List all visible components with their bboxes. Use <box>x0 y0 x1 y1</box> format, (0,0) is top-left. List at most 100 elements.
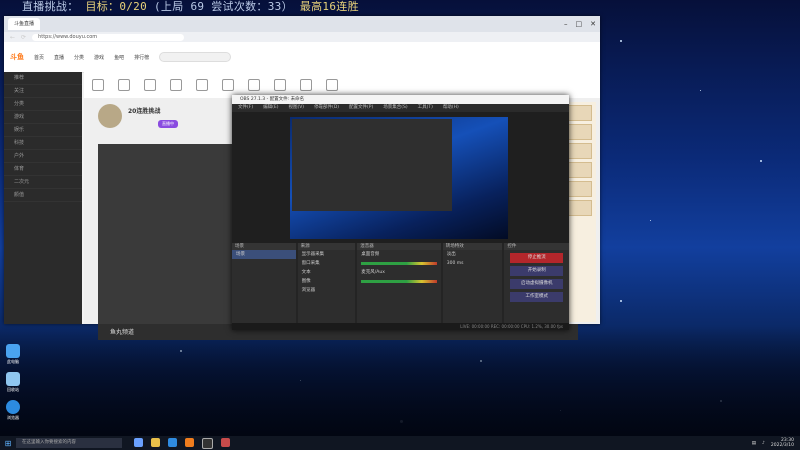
channel-label: 鱼丸频道 <box>110 329 135 336</box>
obs-title: OBS 27.1.3 - 配置文件: 未命名 <box>232 95 569 104</box>
obs-icon[interactable] <box>202 437 213 449</box>
stream-overlay-text: 直播挑战： 目标：0/20 (上局 69 尝试次数：33） 最高16连胜 <box>22 0 359 13</box>
menu-file[interactable]: 文件(F) <box>238 104 253 112</box>
source-item[interactable]: 窗口采集 <box>298 259 356 268</box>
nav-item-category[interactable]: 分类 <box>74 54 84 61</box>
nav-item-rank[interactable]: 排行榜 <box>134 54 149 61</box>
refresh-icon[interactable]: ⟳ <box>21 34 26 41</box>
nav-item-live[interactable]: 直播 <box>54 54 64 61</box>
menu-docks[interactable]: 停靠部件(D) <box>314 104 339 112</box>
mixer-channel-label: 麦克风/Aux <box>361 270 385 275</box>
category-icon[interactable] <box>222 79 234 91</box>
category-icon[interactable] <box>170 79 182 91</box>
taskbar-search-input[interactable]: 在这里输入你要搜索的内容 <box>16 438 122 448</box>
sidebar-item[interactable]: 推荐 <box>4 72 82 85</box>
address-bar: ← ⟳ https://www.douyu.com <box>4 32 600 42</box>
sidebar-item[interactable]: 娱乐 <box>4 124 82 137</box>
avatar[interactable] <box>98 104 122 128</box>
sidebar-item[interactable]: 户外 <box>4 150 82 163</box>
clock[interactable]: 23:30 2022/3/10 <box>771 438 794 448</box>
category-icon[interactable] <box>196 79 208 91</box>
mixer-channel-label: 桌面音频 <box>361 252 380 257</box>
obs-docks: 场景 场景 来源 显示器采集 窗口采集 文本 图像 浏览器 混音器 桌面音频 麦… <box>232 243 570 323</box>
search-input[interactable] <box>159 52 232 62</box>
dock-header: 混音器 <box>357 243 441 250</box>
close-icon[interactable]: ✕ <box>590 20 596 28</box>
sidebar-item[interactable]: 体育 <box>4 163 82 176</box>
volume-icon[interactable]: ♪ <box>762 441 765 446</box>
browser-icon <box>6 400 20 414</box>
nested-preview-window <box>292 119 452 211</box>
category-icon[interactable] <box>118 79 130 91</box>
virtual-camera-button[interactable]: 启动虚拟摄像机 <box>510 279 564 289</box>
obs-status-bar: LIVE: 00:00:00 REC: 00:00:00 CPU: 1.2%, … <box>232 323 569 330</box>
source-item[interactable]: 图像 <box>298 277 356 286</box>
browser-tab[interactable]: 斗鱼直播 <box>8 18 41 30</box>
menu-edit[interactable]: 编辑(E) <box>263 104 278 112</box>
menu-scene-collection[interactable]: 场景集合(S) <box>383 104 407 112</box>
back-icon[interactable]: ← <box>10 34 15 41</box>
recycle-bin-icon <box>6 372 20 386</box>
audio-meter <box>361 280 437 283</box>
obs-menu: 文件(F) 编辑(E) 视图(V) 停靠部件(D) 配置文件(P) 场景集合(S… <box>232 104 569 112</box>
edge-icon[interactable] <box>168 437 177 447</box>
mixer-dock: 混音器 桌面音频 麦克风/Aux <box>357 243 441 323</box>
source-item[interactable]: 文本 <box>298 268 356 277</box>
transition-select[interactable]: 淡出 <box>443 250 503 259</box>
site-logo[interactable]: 斗鱼 <box>10 52 24 62</box>
dock-header: 场景 <box>232 243 296 250</box>
menu-view[interactable]: 视图(V) <box>288 104 304 112</box>
stop-streaming-button[interactable]: 停止推流 <box>510 253 564 263</box>
windows-start-icon[interactable]: ⊞ <box>0 436 16 450</box>
obs-window[interactable]: OBS 27.1.3 - 配置文件: 未命名 文件(F) 编辑(E) 视图(V)… <box>232 95 570 330</box>
file-explorer-icon[interactable] <box>151 437 160 447</box>
obs-preview[interactable] <box>290 117 508 239</box>
start-recording-button[interactable]: 开始录制 <box>510 266 564 276</box>
streamer-name: 20连胜挑战 <box>128 108 161 115</box>
douyu-icon[interactable] <box>185 437 194 447</box>
browser-tabbar: 斗鱼直播 – □ ✕ <box>4 16 600 32</box>
sidebar-item[interactable]: 科技 <box>4 137 82 150</box>
menu-profile[interactable]: 配置文件(P) <box>349 104 373 112</box>
category-icon[interactable] <box>300 79 312 91</box>
sidebar-item[interactable]: 游戏 <box>4 111 82 124</box>
studio-mode-button[interactable]: 工作室模式 <box>510 292 564 302</box>
desktop-icon-browser[interactable]: 浏览器 <box>4 400 22 420</box>
category-icon[interactable] <box>248 79 260 91</box>
scenes-dock: 场景 场景 <box>232 243 296 323</box>
menu-help[interactable]: 帮助(H) <box>443 104 459 112</box>
taskbar-apps <box>134 437 230 449</box>
controls-dock: 控件 停止推流 开始录制 启动虚拟摄像机 工作室模式 <box>504 243 570 323</box>
dock-header: 转场特效 <box>442 243 503 250</box>
minimize-icon[interactable]: – <box>564 20 568 28</box>
category-icon[interactable] <box>144 79 156 91</box>
scene-item[interactable]: 场景 <box>232 250 296 259</box>
taskbar: ⊞ 在这里输入你要搜索的内容 ▤ ♪ 23:30 2022/3/10 <box>0 436 800 450</box>
app-icon[interactable] <box>221 437 230 447</box>
computer-icon <box>6 344 20 358</box>
category-icon[interactable] <box>326 79 338 91</box>
source-item[interactable]: 浏览器 <box>298 286 356 295</box>
url-field[interactable]: https://www.douyu.com <box>32 33 185 41</box>
dock-header: 控件 <box>504 243 570 250</box>
nav-item-games[interactable]: 游戏 <box>94 54 104 61</box>
system-tray: ▤ ♪ 23:30 2022/3/10 <box>752 438 800 448</box>
sidebar-item[interactable]: 颜值 <box>4 189 82 202</box>
maximize-icon[interactable]: □ <box>576 20 583 28</box>
nav-item-home[interactable]: 首页 <box>34 54 44 61</box>
category-icon[interactable] <box>274 79 286 91</box>
task-view-icon[interactable] <box>134 437 143 447</box>
site-sidebar: 推荐 关注 分类 游戏 娱乐 科技 户外 体育 二次元 颜值 <box>4 72 82 324</box>
category-icon[interactable] <box>92 79 104 91</box>
desktop-icon-computer[interactable]: 此电脑 <box>4 344 22 364</box>
nav-item-bar[interactable]: 鱼吧 <box>114 54 124 61</box>
source-item[interactable]: 显示器采集 <box>298 250 356 259</box>
audio-meter <box>361 262 437 265</box>
sidebar-item[interactable]: 分类 <box>4 98 82 111</box>
menu-tools[interactable]: 工具(T) <box>418 104 433 112</box>
sidebar-item[interactable]: 关注 <box>4 85 82 98</box>
desktop-icon-recycle[interactable]: 回收站 <box>4 372 22 392</box>
network-icon[interactable]: ▤ <box>752 441 756 446</box>
sidebar-item[interactable]: 二次元 <box>4 176 82 189</box>
duration-field[interactable]: 300 ms <box>443 259 503 268</box>
